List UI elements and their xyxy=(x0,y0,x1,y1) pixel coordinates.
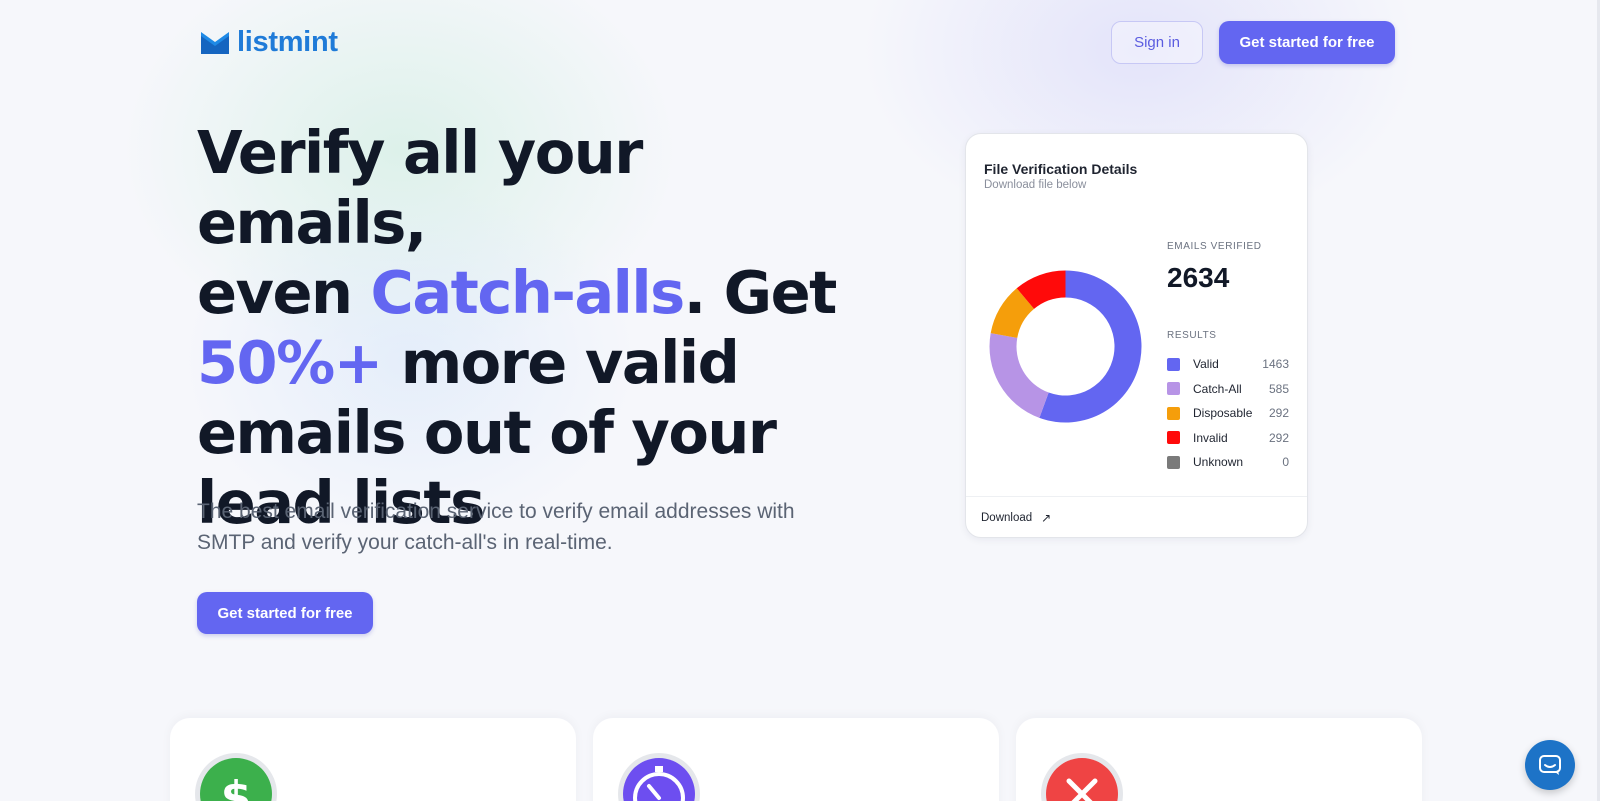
feature-card-accuracy xyxy=(1016,718,1422,801)
get-started-hero-button[interactable]: Get started for free xyxy=(197,592,373,634)
legend-label: Catch-All xyxy=(1193,381,1242,396)
headline-text: even xyxy=(197,258,371,327)
legend-label: Disposable xyxy=(1193,406,1253,421)
legend-item-invalid: Invalid 292 xyxy=(1167,426,1289,451)
legend-label: Invalid xyxy=(1193,430,1228,445)
brand-logo[interactable]: listmint xyxy=(200,26,338,59)
legend-label: Valid xyxy=(1193,357,1219,372)
legend-value: 1463 xyxy=(1262,357,1289,372)
hero-headline: Verify all your emails, even Catch-alls.… xyxy=(197,118,837,538)
get-started-header-button[interactable]: Get started for free xyxy=(1219,21,1395,64)
results-donut-chart xyxy=(989,270,1142,423)
card-subtitle: Download file below xyxy=(984,179,1087,191)
emails-verified-label: EMAILS VERIFIED xyxy=(1167,241,1262,252)
brand-name: listmint xyxy=(237,26,338,58)
chat-icon xyxy=(1539,755,1561,775)
legend-swatch xyxy=(1167,431,1180,445)
legend-item-unknown: Unknown 0 xyxy=(1167,450,1289,475)
hero-section: Verify all your emails, even Catch-alls.… xyxy=(197,118,837,538)
legend-value: 292 xyxy=(1268,406,1289,421)
feature-card-speed xyxy=(593,718,999,801)
headline-line-1: Verify all your emails, xyxy=(197,118,643,257)
chat-launcher-button[interactable] xyxy=(1525,740,1575,790)
feature-card-pricing: $ xyxy=(170,718,576,801)
download-link[interactable]: Download ↗ xyxy=(966,496,1307,538)
donut-slice-catch-all xyxy=(989,333,1049,418)
legend-item-disposable: Disposable 292 xyxy=(1167,401,1289,426)
headline-accent-percent: 50%+ xyxy=(197,328,383,397)
arrow-up-right-icon: ↗ xyxy=(1041,510,1052,525)
headline-text: more valid xyxy=(381,328,740,397)
legend-swatch xyxy=(1167,357,1180,371)
headline-accent-catchalls: Catch-alls xyxy=(370,258,686,327)
dollar-sign-icon: $ xyxy=(194,752,278,801)
legend-item-valid: Valid 1463 xyxy=(1167,352,1289,377)
legend-label: Unknown xyxy=(1193,455,1244,470)
legend-value: 292 xyxy=(1268,430,1289,445)
emails-verified-count: 2634 xyxy=(1167,262,1230,293)
hero-subtitle: The best email verification service to v… xyxy=(197,500,795,554)
results-label: RESULTS xyxy=(1167,330,1217,341)
download-label: Download xyxy=(981,511,1033,524)
x-mark-icon xyxy=(1040,752,1124,801)
legend-swatch xyxy=(1167,406,1180,420)
file-verification-card: File Verification Details Download file … xyxy=(965,133,1308,538)
card-title: File Verification Details xyxy=(984,161,1138,177)
headline-text: . Get xyxy=(683,258,838,327)
envelope-icon xyxy=(201,31,229,54)
legend-value: 585 xyxy=(1268,381,1289,396)
legend-value: 0 xyxy=(1282,455,1289,470)
legend-swatch xyxy=(1167,382,1180,396)
speedometer-icon xyxy=(617,752,701,801)
sign-in-button[interactable]: Sign in xyxy=(1111,21,1203,64)
legend-item-catch-all: Catch-All 585 xyxy=(1167,377,1289,402)
headline-line-4: emails out of your xyxy=(197,398,777,467)
results-legend: Valid 1463 Catch-All 585 Disposable 292 Invali… xyxy=(1167,352,1289,475)
svg-text:$: $ xyxy=(221,772,252,801)
legend-swatch xyxy=(1167,455,1180,469)
